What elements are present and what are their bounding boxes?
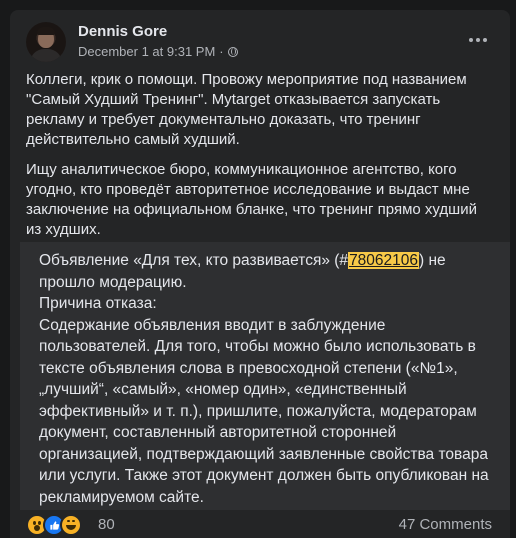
notice-line: Содержание объявления вводит в заблужден… — [39, 316, 386, 334]
reactions-summary[interactable] — [26, 514, 82, 536]
notice-line: рекламируемом сайте. — [39, 488, 204, 506]
notice-line: Причина отказа: — [39, 295, 157, 312]
notice-line: или услуги. Также этот документ должен б… — [39, 467, 489, 484]
haha-icon — [60, 514, 82, 536]
post-meta: December 1 at 9:31 PM · — [78, 44, 238, 59]
meta-separator: · — [219, 44, 224, 59]
post-footer: 80 47 Comments — [26, 512, 494, 538]
notice-line: пользователей. Для того, чтобы можно был… — [39, 338, 476, 355]
timestamp[interactable]: December 1 at 9:31 PM — [78, 44, 215, 59]
dot-icon — [469, 38, 473, 42]
comments-count[interactable]: 47 Comments — [399, 516, 492, 533]
dot-icon — [476, 38, 480, 42]
author-name[interactable]: Dennis Gore — [78, 23, 167, 40]
notice-line: „лучший“, «самый», «номер один», «единст… — [39, 381, 407, 398]
notice-line: эффективный» и т. п.), пришлите, пожалуй… — [39, 402, 477, 420]
post-card: Dennis Gore December 1 at 9:31 PM · Колл… — [10, 10, 510, 538]
post-header: Dennis Gore December 1 at 9:31 PM · — [26, 22, 494, 66]
ad-id-link[interactable]: 78062106 — [348, 252, 420, 269]
notice-line: организацией, подтверждающий заявленные … — [39, 445, 488, 463]
shared-image[interactable]: Объявление «Для тех, кто развивается» (#… — [20, 242, 510, 510]
notice-line: документ, составленный авторитетной стор… — [39, 424, 397, 441]
notice-line: прошло модерацию. — [39, 273, 187, 291]
avatar[interactable] — [26, 22, 66, 62]
notice-line: тексте объявления слова в превосходной с… — [39, 359, 458, 377]
more-options-button[interactable] — [466, 28, 490, 52]
post-paragraph: Коллеги, крик о помощи. Провожу мероприя… — [26, 71, 467, 148]
reaction-count[interactable]: 80 — [98, 516, 115, 533]
globe-icon[interactable] — [227, 47, 238, 57]
post-text: Коллеги, крик о помощи. Провожу мероприя… — [26, 70, 494, 250]
moderation-notice: Объявление «Для тех, кто развивается» (#… — [39, 250, 504, 508]
post-paragraph: Ищу аналитическое бюро, коммуникационное… — [26, 161, 477, 238]
notice-line: Объявление «Для тех, кто развивается» (#… — [39, 252, 446, 269]
dot-icon — [483, 38, 487, 42]
